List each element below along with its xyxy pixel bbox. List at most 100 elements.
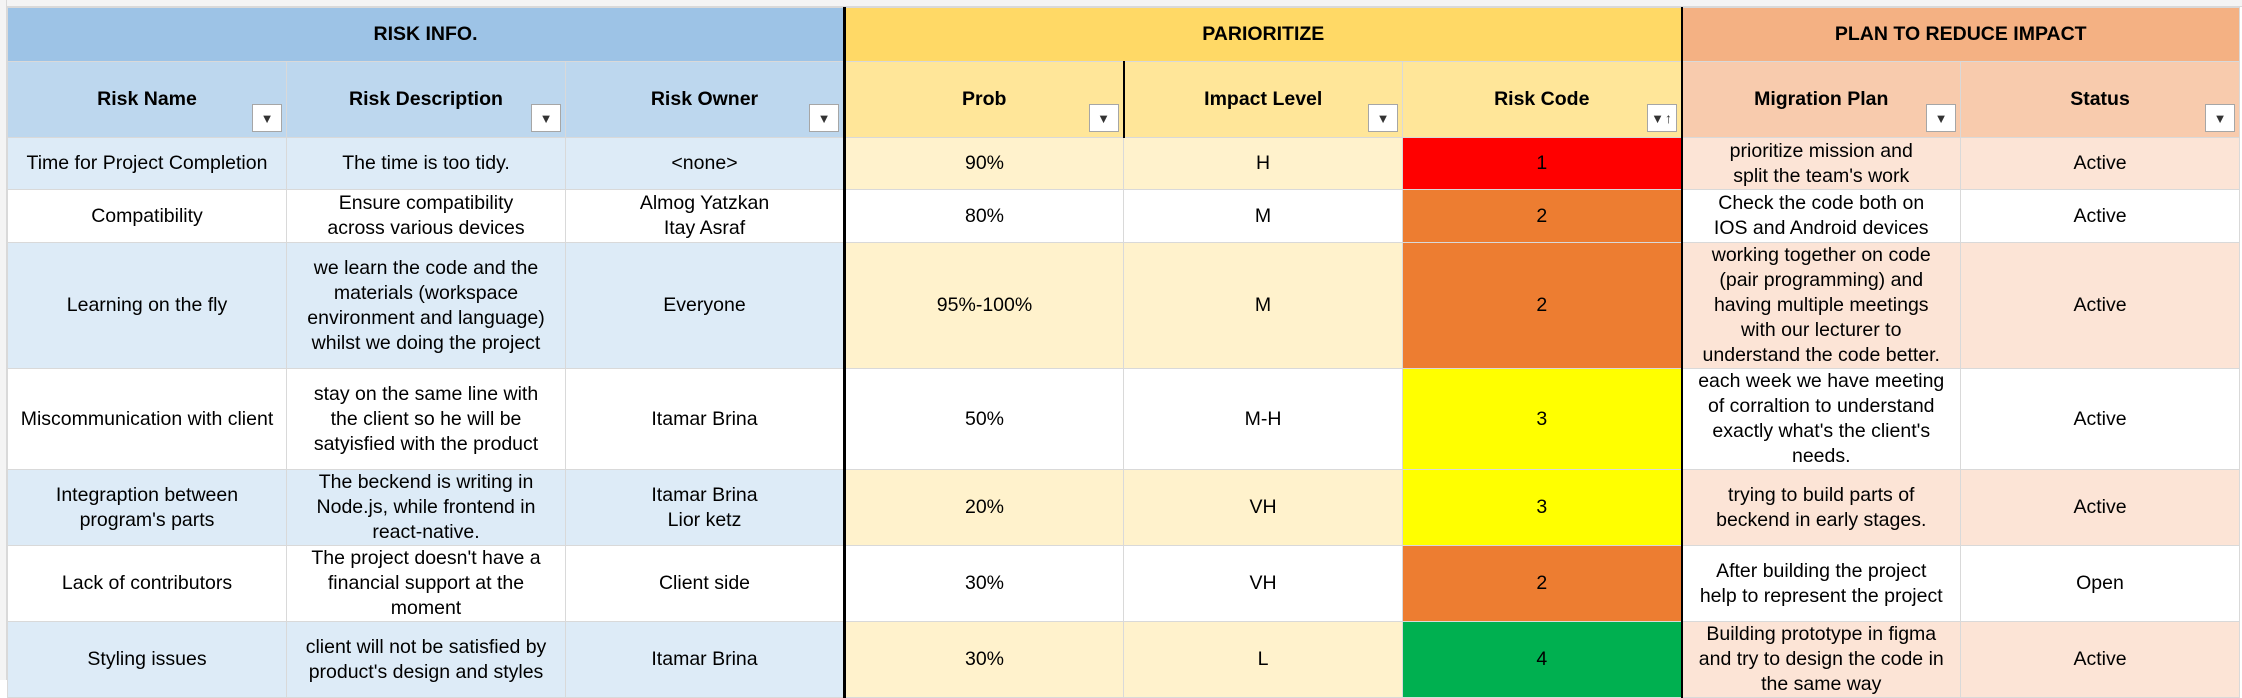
filter-dropdown-risk-name[interactable]: ▼ bbox=[252, 104, 282, 132]
cell-impact-level[interactable]: M bbox=[1123, 189, 1403, 243]
cell-migration-plan[interactable]: working together on code (pair programmi… bbox=[1680, 242, 1961, 369]
header-status-label: Status bbox=[2070, 88, 2130, 110]
cell-migration-plan[interactable]: trying to build parts of beckend in earl… bbox=[1680, 469, 1961, 546]
cell-status[interactable]: Open bbox=[1960, 545, 2240, 622]
header-risk-name-label: Risk Name bbox=[97, 88, 197, 110]
cell-risk-description[interactable]: stay on the same line with the client so… bbox=[286, 368, 566, 470]
spreadsheet-left-edge bbox=[0, 0, 7, 680]
cell-risk-name[interactable]: Compatibility bbox=[7, 189, 287, 243]
cell-status[interactable]: Active bbox=[1960, 242, 2240, 369]
cell-risk-code[interactable]: 2 bbox=[1402, 545, 1682, 622]
chevron-down-icon: ▼ bbox=[1097, 110, 1110, 126]
cell-impact-level[interactable]: L bbox=[1123, 621, 1403, 698]
header-risk-description-label: Risk Description bbox=[349, 88, 503, 110]
filter-sort-dropdown-risk-code[interactable]: ▼ ↑ bbox=[1646, 104, 1677, 132]
header-risk-owner-label: Risk Owner bbox=[650, 88, 759, 110]
filter-dropdown-prob[interactable]: ▼ bbox=[1088, 104, 1119, 132]
section-risk-info: RISK INFO. bbox=[7, 7, 845, 62]
section-header-row: RISK INFO. PARIORITIZE PLAN TO REDUCE IM… bbox=[7, 7, 2240, 62]
cell-risk-description[interactable]: The project doesn't have a financial sup… bbox=[286, 545, 566, 622]
cell-status[interactable]: Active bbox=[1960, 469, 2240, 546]
table-row: Lack of contributors The project doesn't … bbox=[7, 545, 2240, 622]
header-impact-level[interactable]: Impact Level ▼ bbox=[1122, 61, 1403, 138]
cell-status[interactable]: Active bbox=[1960, 368, 2240, 470]
header-status[interactable]: Status ▼ bbox=[1960, 61, 2240, 138]
header-risk-owner[interactable]: Risk Owner ▼ bbox=[565, 61, 845, 138]
chevron-down-icon: ▼ bbox=[1651, 110, 1664, 126]
cell-risk-code[interactable]: 3 bbox=[1402, 469, 1682, 546]
cell-prob[interactable]: 80% bbox=[843, 189, 1124, 243]
cell-prob[interactable]: 95%-100% bbox=[843, 242, 1124, 369]
cell-risk-name[interactable]: Integraption between program's parts bbox=[7, 469, 287, 546]
cell-status[interactable]: Active bbox=[1960, 189, 2240, 243]
filter-dropdown-status[interactable]: ▼ bbox=[2205, 104, 2235, 132]
cell-risk-code[interactable]: 1 bbox=[1402, 137, 1682, 190]
cell-risk-description[interactable]: The time is too tidy. bbox=[286, 137, 566, 190]
cell-risk-description[interactable]: client will not be satisfied by product'… bbox=[286, 621, 566, 698]
cell-risk-name[interactable]: Time for Project Completion bbox=[7, 137, 287, 190]
cell-risk-description[interactable]: we learn the code and the materials (wor… bbox=[286, 242, 566, 369]
cell-prob[interactable]: 30% bbox=[843, 545, 1124, 622]
column-header-row: Risk Name ▼ Risk Description ▼ Risk Owne… bbox=[7, 61, 2240, 138]
cell-risk-name[interactable]: Learning on the fly bbox=[7, 242, 287, 369]
cell-risk-code[interactable]: 2 bbox=[1402, 189, 1682, 243]
header-prob[interactable]: Prob ▼ bbox=[843, 61, 1124, 138]
cell-migration-plan[interactable]: After building the project help to repre… bbox=[1680, 545, 1961, 622]
table-row: Integraption between program's parts The … bbox=[7, 469, 2240, 546]
cell-impact-level[interactable]: H bbox=[1123, 137, 1403, 190]
filter-dropdown-impact-level[interactable]: ▼ bbox=[1368, 104, 1398, 132]
cell-risk-code[interactable]: 3 bbox=[1402, 368, 1682, 470]
section-prioritize: PARIORITIZE bbox=[843, 7, 1682, 62]
cell-risk-owner[interactable]: Almog Yatzkan Itay Asraf bbox=[565, 189, 845, 243]
cell-status[interactable]: Active bbox=[1960, 137, 2240, 190]
cell-migration-plan[interactable]: Check the code both on IOS and Android d… bbox=[1680, 189, 1961, 243]
cell-migration-plan[interactable]: each week we have meeting of corraltion … bbox=[1680, 368, 1961, 470]
table-row: Learning on the fly we learn the code and… bbox=[7, 242, 2240, 369]
cell-risk-description[interactable]: Ensure compatibility across various devi… bbox=[286, 189, 566, 243]
chevron-down-icon: ▼ bbox=[539, 110, 553, 126]
cell-risk-owner[interactable]: Itamar Brina bbox=[565, 621, 845, 698]
cell-migration-plan[interactable]: prioritize mission and split the team's … bbox=[1680, 137, 1961, 190]
cell-risk-description[interactable]: The beckend is writing in Node.js, while… bbox=[286, 469, 566, 546]
sort-ascending-icon: ↑ bbox=[1664, 110, 1672, 126]
chevron-down-icon: ▼ bbox=[2213, 110, 2227, 126]
header-migration-plan-label: Migration Plan bbox=[1754, 88, 1889, 110]
cell-risk-owner[interactable]: Everyone bbox=[565, 242, 845, 369]
cell-risk-code[interactable]: 2 bbox=[1402, 242, 1682, 369]
filter-dropdown-risk-description[interactable]: ▼ bbox=[531, 104, 561, 132]
header-prob-label: Prob bbox=[962, 88, 1007, 110]
header-risk-code[interactable]: Risk Code ▼ ↑ bbox=[1402, 61, 1682, 138]
cell-migration-plan[interactable]: Building prototype in figma and try to d… bbox=[1680, 621, 1961, 698]
cell-impact-level[interactable]: VH bbox=[1123, 545, 1403, 622]
cell-impact-level[interactable]: M bbox=[1123, 242, 1403, 369]
cell-risk-owner[interactable]: <none> bbox=[565, 137, 845, 190]
header-migration-plan[interactable]: Migration Plan ▼ bbox=[1680, 61, 1961, 138]
cell-prob[interactable]: 30% bbox=[843, 621, 1124, 698]
risk-table: RISK INFO. PARIORITIZE PLAN TO REDUCE IM… bbox=[7, 7, 2240, 698]
cell-prob[interactable]: 20% bbox=[843, 469, 1124, 546]
cell-risk-owner[interactable]: Itamar Brina bbox=[565, 368, 845, 470]
cell-prob[interactable]: 90% bbox=[843, 137, 1124, 190]
cell-risk-name[interactable]: Styling issues bbox=[7, 621, 287, 698]
header-risk-name[interactable]: Risk Name ▼ bbox=[7, 61, 287, 138]
table-row: Miscommunication with client stay on the … bbox=[7, 368, 2240, 470]
chevron-down-icon: ▼ bbox=[1934, 110, 1948, 126]
header-risk-description[interactable]: Risk Description ▼ bbox=[286, 61, 566, 138]
cell-impact-level[interactable]: VH bbox=[1123, 469, 1403, 546]
table-row: Time for Project Completion The time is t… bbox=[7, 137, 2240, 190]
cell-risk-name[interactable]: Miscommunication with client bbox=[7, 368, 287, 470]
filter-dropdown-risk-owner[interactable]: ▼ bbox=[809, 104, 839, 132]
table-row: Compatibility Ensure compatibility across… bbox=[7, 189, 2240, 243]
chevron-down-icon: ▼ bbox=[817, 110, 831, 126]
header-impact-level-label: Impact Level bbox=[1204, 88, 1323, 110]
cell-prob[interactable]: 50% bbox=[843, 368, 1124, 470]
cell-risk-name[interactable]: Lack of contributors bbox=[7, 545, 287, 622]
cell-risk-owner[interactable]: Itamar Brina Lior ketz bbox=[565, 469, 845, 546]
cell-risk-owner[interactable]: Client side bbox=[565, 545, 845, 622]
cell-status[interactable]: Active bbox=[1960, 621, 2240, 698]
cell-impact-level[interactable]: M-H bbox=[1123, 368, 1403, 470]
filter-dropdown-migration-plan[interactable]: ▼ bbox=[1926, 104, 1956, 132]
cell-risk-code[interactable]: 4 bbox=[1402, 621, 1682, 698]
table-row: Styling issues client will not be satisfi… bbox=[7, 621, 2240, 698]
chevron-down-icon: ▼ bbox=[1376, 110, 1390, 126]
